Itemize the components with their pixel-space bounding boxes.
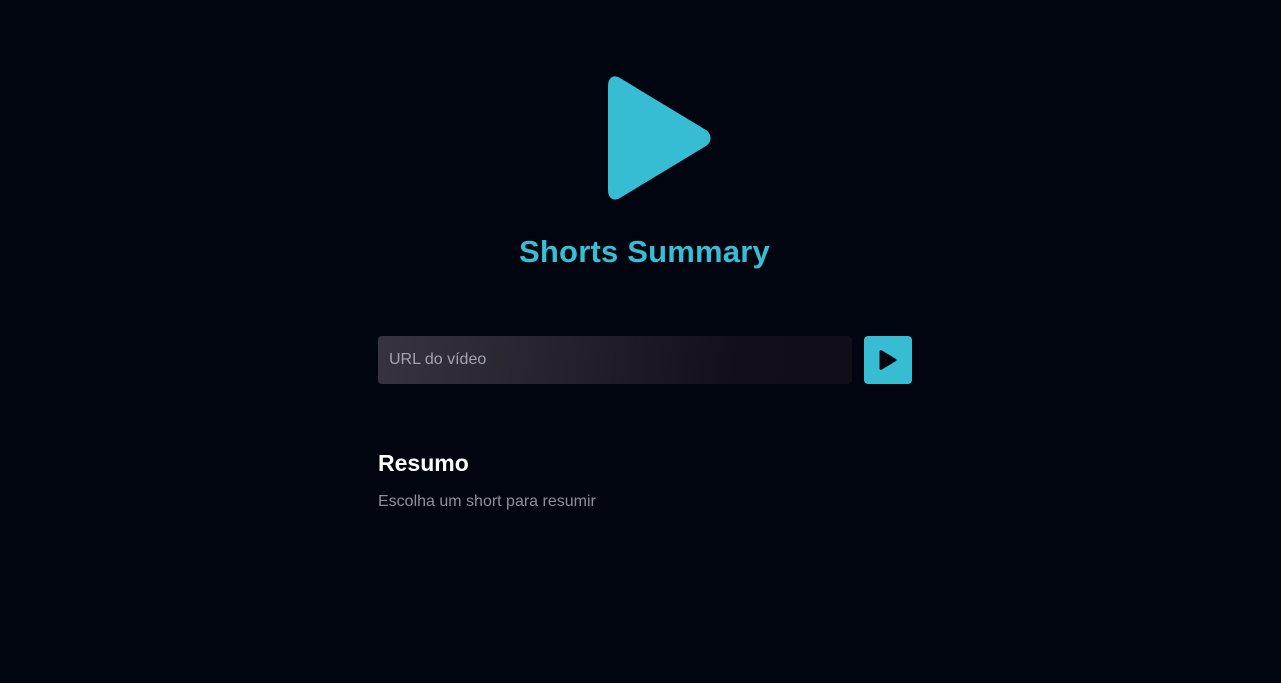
play-icon [879, 350, 897, 370]
summary-heading: Resumo [378, 450, 469, 476]
play-logo-icon [606, 76, 712, 200]
app-title: Shorts Summary [519, 233, 770, 269]
summary-text: Escolha um short para resumir [378, 493, 596, 510]
url-form [378, 336, 912, 384]
url-input[interactable] [378, 336, 852, 384]
submit-button[interactable] [864, 336, 912, 384]
page: Shorts Summary Resumo Escolha um short p… [0, 0, 1281, 683]
